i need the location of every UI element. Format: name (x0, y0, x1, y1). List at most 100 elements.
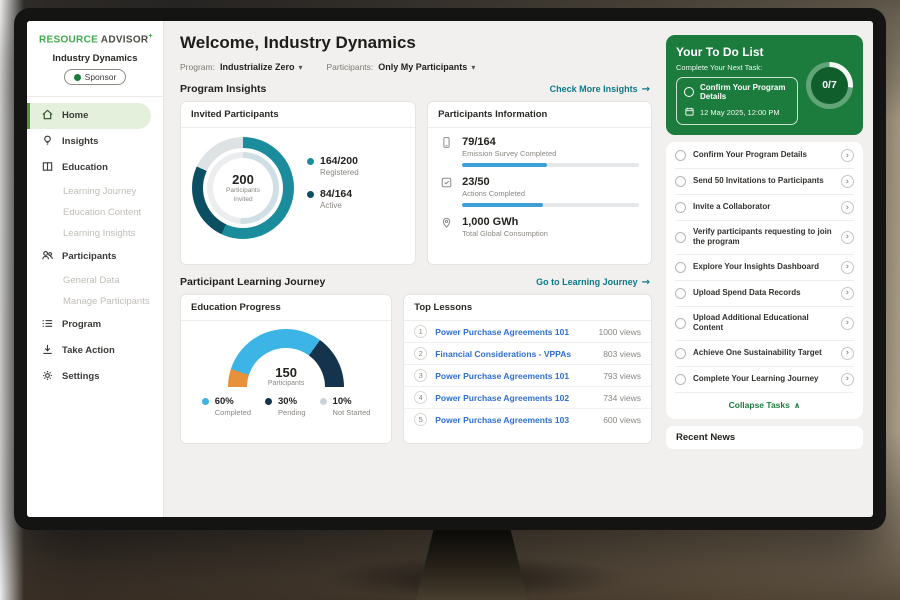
check-square-icon (440, 176, 453, 207)
chevron-right-icon[interactable]: › (841, 373, 854, 386)
sidebar-item-learning-insights[interactable]: Learning Insights (27, 223, 163, 244)
sidebar-item-learning-journey[interactable]: Learning Journey (27, 181, 163, 202)
chevron-right-icon[interactable]: › (841, 231, 854, 244)
collapse-tasks-button[interactable]: Collapse Tasks∧ (675, 393, 854, 419)
task-checkbox[interactable] (684, 87, 694, 97)
legend-value: 84/164 (320, 188, 352, 200)
education-legend: 60% Completed 30% Pending 10% Not Starte… (202, 396, 371, 417)
chevron-right-icon[interactable]: › (841, 149, 854, 162)
sidebar-item-label: Insights (62, 136, 98, 147)
lesson-link[interactable]: Power Purchase Agreements 103 (435, 415, 595, 425)
task-checkbox[interactable] (675, 374, 686, 385)
next-task-box[interactable]: Confirm Your Program Details 12 May 2025… (676, 77, 798, 125)
task-checkbox[interactable] (675, 348, 686, 359)
lesson-row: 5 Power Purchase Agreements 103 600 view… (404, 409, 651, 430)
participants-information-card: Participants Information 79/164 Emission… (427, 101, 652, 265)
task-checkbox[interactable] (675, 232, 686, 243)
participants-filter-value: Only My Participants (378, 62, 467, 72)
lesson-link[interactable]: Power Purchase Agreements 102 (435, 393, 595, 403)
task-row[interactable]: Invite a Collaborator › (675, 195, 854, 221)
sidebar-item-take-action[interactable]: Take Action (27, 338, 163, 364)
section-title: Program Insights (180, 83, 266, 95)
sponsor-badge-icon (74, 74, 81, 81)
sidebar-item-participants[interactable]: Participants (27, 244, 163, 270)
task-checkbox[interactable] (675, 288, 686, 299)
go-to-learning-journey-link[interactable]: Go to Learning Journey → (536, 277, 650, 288)
desk-background: RESOURCE ADVISOR+ Industry Dynamics Spon… (0, 0, 900, 600)
legend-item-registered: 164/200 Registered (307, 155, 359, 177)
task-row[interactable]: Achieve One Sustainability Target › (675, 341, 854, 367)
insights-cards-row: Invited Participants 200 Participants In… (180, 101, 652, 265)
completed-dot (202, 398, 209, 405)
chevron-right-icon[interactable]: › (841, 287, 854, 300)
info-row-consumption: 1,000 GWh Total Global Consumption (440, 216, 639, 238)
brand-plus: + (148, 33, 152, 40)
education-progress-card: Education Progress 150 Participants (180, 294, 392, 444)
sidebar-item-program[interactable]: Program (27, 312, 163, 338)
sidebar-item-settings[interactable]: Settings (27, 364, 163, 390)
sidebar-item-manage-participants[interactable]: Manage Participants (27, 291, 163, 312)
todo-panel: Your To Do List Complete Your Next Task:… (664, 21, 873, 517)
participants-filter[interactable]: Participants: Only My Participants ▾ (327, 62, 476, 72)
todo-subtitle: Complete Your Next Task: (676, 63, 798, 72)
lesson-link[interactable]: Financial Considerations - VPPAs (435, 349, 595, 359)
chevron-right-icon[interactable]: › (841, 347, 854, 360)
next-task-label: Confirm Your Program Details (700, 83, 790, 101)
sponsor-badge-label: Sponsor (85, 72, 117, 82)
lesson-link[interactable]: Power Purchase Agreements 101 (435, 371, 595, 381)
sidebar-item-home[interactable]: Home (27, 103, 151, 129)
task-checkbox[interactable] (675, 176, 686, 187)
sidebar-item-education[interactable]: Education (27, 155, 163, 181)
chevron-down-icon: ▾ (471, 63, 475, 72)
sidebar-item-insights[interactable]: Insights (27, 129, 163, 155)
registered-dot (307, 158, 314, 165)
task-label: Verify participants requesting to join t… (693, 227, 834, 248)
chevron-right-icon[interactable]: › (841, 175, 854, 188)
check-more-insights-link[interactable]: Check More Insights → (550, 84, 650, 95)
card-title: Participants Information (428, 102, 651, 128)
page-title: Welcome, Industry Dynamics (180, 33, 652, 53)
task-row[interactable]: Confirm Your Program Details › (675, 143, 854, 169)
chevron-right-icon[interactable]: › (841, 201, 854, 214)
legend-label: Not Started (333, 408, 371, 417)
chevron-right-icon[interactable]: › (841, 261, 854, 274)
program-filter[interactable]: Program: Industrialize Zero ▾ (180, 62, 303, 72)
task-label: Invite a Collaborator (693, 202, 834, 212)
task-label: Send 50 Invitations to Participants (693, 176, 834, 186)
task-row[interactable]: Upload Additional Educational Content › (675, 307, 854, 341)
top-lessons-card: Top Lessons 1 Power Purchase Agreements … (403, 294, 652, 444)
task-checkbox[interactable] (675, 318, 686, 329)
gauge-center-label: Participants (228, 380, 344, 387)
task-checkbox[interactable] (675, 262, 686, 273)
legend-value: 30% (278, 396, 297, 407)
task-row[interactable]: Verify participants requesting to join t… (675, 221, 854, 255)
sponsor-badge[interactable]: Sponsor (64, 69, 127, 85)
task-row[interactable]: Send 50 Invitations to Participants › (675, 169, 854, 195)
emission-progress-bar (462, 163, 639, 167)
device-icon (440, 136, 453, 167)
task-label: Complete Your Learning Journey (693, 374, 834, 384)
invited-legend: 164/200 Registered 84/164 Active (307, 155, 359, 221)
sidebar-item-general-data[interactable]: General Data (27, 270, 163, 291)
todo-header-card: Your To Do List Complete Your Next Task:… (666, 35, 863, 135)
chevron-down-icon: ▾ (298, 63, 302, 72)
sidebar-item-education-content[interactable]: Education Content (27, 202, 163, 223)
task-row[interactable]: Upload Spend Data Records › (675, 281, 854, 307)
education-gauge-chart: 150 Participants (228, 329, 344, 387)
monitor-stand (416, 528, 528, 600)
lesson-rank: 5 (414, 413, 427, 426)
task-checkbox[interactable] (675, 150, 686, 161)
calendar-icon (684, 106, 695, 119)
todo-title: Your To Do List (676, 45, 798, 59)
task-row[interactable]: Complete Your Learning Journey › (675, 367, 854, 393)
info-value: 1,000 GWh (462, 216, 639, 228)
task-row[interactable]: Explore Your Insights Dashboard › (675, 255, 854, 281)
actions-progress-bar (462, 203, 639, 207)
task-checkbox[interactable] (675, 202, 686, 213)
lesson-link[interactable]: Power Purchase Agreements 101 (435, 327, 590, 337)
chevron-right-icon[interactable]: › (841, 317, 854, 330)
task-label: Explore Your Insights Dashboard (693, 262, 834, 272)
donut-center-value: 200 (232, 172, 254, 187)
info-value: 79/164 (462, 136, 639, 148)
task-label: Upload Additional Educational Content (693, 313, 834, 334)
